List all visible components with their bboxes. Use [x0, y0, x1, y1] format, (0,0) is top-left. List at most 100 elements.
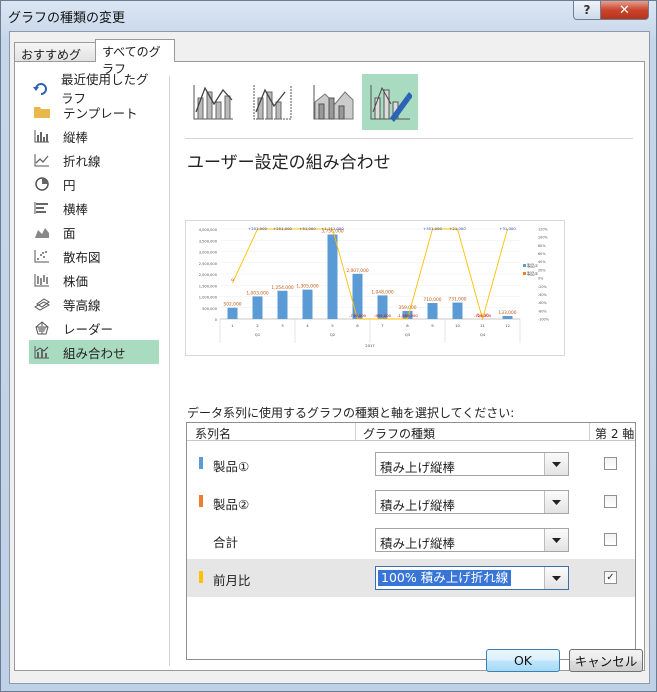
- secondary-axis-column-header: 第 2 軸: [595, 427, 635, 441]
- y-tick-label: 3,500,000: [199, 239, 218, 243]
- x-tick-label: 11: [480, 323, 485, 328]
- bar-data-label: 710,000: [423, 297, 441, 303]
- sidebar-item-label: 円: [63, 177, 76, 193]
- chevron-down-icon: [552, 575, 561, 581]
- sidebar-item-area[interactable]: 面: [29, 220, 159, 244]
- tab-all-charts[interactable]: すべてのグラフ: [95, 39, 175, 76]
- radar-chart-icon: [33, 320, 51, 336]
- series-name: 前月比: [213, 573, 251, 588]
- close-button[interactable]: ✕: [600, 1, 649, 20]
- bar: [502, 316, 513, 319]
- y-tick-label: 500,000: [202, 307, 218, 311]
- bar: [327, 234, 338, 319]
- chart-type-value: 積み上げ縦棒: [380, 536, 456, 551]
- dropdown-button[interactable]: [544, 453, 568, 475]
- sidebar-item-surface[interactable]: 等高線: [29, 292, 159, 316]
- series-row: 合計 積み上げ縦棒: [187, 521, 635, 559]
- x-tick-label: 10: [455, 323, 460, 328]
- series-name: 製品①: [213, 459, 250, 474]
- legend-label: 製品①: [527, 263, 539, 268]
- sidebar-item-label: 横棒: [63, 201, 89, 217]
- chart-type-column-header: グラフの種類: [363, 427, 436, 441]
- subtype-custom-combination[interactable]: [362, 74, 418, 130]
- close-icon: ✕: [619, 2, 630, 18]
- y-tick-label: 0: [215, 318, 218, 322]
- line-data-label: +51,000: [299, 226, 316, 231]
- y-tick-label: 2,000,000: [199, 273, 218, 277]
- tab-recommended-charts[interactable]: おすすめグラフ: [14, 42, 96, 79]
- subtype-divider: [185, 138, 633, 139]
- chart-category-list: 最近使用したグラフ テンプレート 縦棒 折れ線 円 横棒 面 散布図 株価 等高…: [29, 72, 159, 364]
- preview-chart: 4,000,000 3,500,000 3,000,000 2,500,000 2,00…: [199, 226, 550, 348]
- chart-type-value: 100% 積み上げ折れ線: [378, 570, 512, 586]
- recent-icon: [33, 80, 49, 96]
- dropdown-button[interactable]: [544, 529, 568, 551]
- sidebar-item-recent[interactable]: 最近使用したグラフ: [29, 72, 159, 106]
- cancel-button[interactable]: キャンセル: [569, 649, 643, 672]
- sidebar-item-label: 株価: [63, 273, 89, 289]
- window-title: グラフの種類の変更: [8, 11, 126, 26]
- bar-data-label: 2,007,000: [346, 268, 369, 274]
- sidebar-item-line[interactable]: 折れ線: [29, 148, 159, 172]
- stacked-area-column-icon: [313, 85, 354, 120]
- chart-type-dropdown[interactable]: 100% 積み上げ折れ線: [375, 566, 569, 590]
- line-chart-icon: [33, 152, 51, 168]
- section-title: ユーザー設定の組み合わせ: [187, 153, 391, 173]
- sidebar-item-bar[interactable]: 横棒: [29, 196, 159, 220]
- y2-tick-label: 40%: [538, 260, 546, 264]
- sidebar-item-radar[interactable]: レーダー: [29, 316, 159, 340]
- x-tick-label: 12: [505, 323, 510, 328]
- y2-tick-label: 120%: [538, 228, 548, 232]
- column-divider: [355, 423, 356, 441]
- group-label: Q2: [330, 332, 336, 337]
- y-tick-label: 1,500,000: [199, 284, 218, 288]
- y2-tick-label: -40%: [538, 293, 548, 297]
- bar-data-label: 502,000: [223, 302, 241, 308]
- secondary-axis-checkbox[interactable]: [604, 533, 617, 546]
- chart-type-dropdown[interactable]: 積み上げ縦棒: [375, 528, 569, 552]
- y2-tick-label: 100%: [538, 236, 548, 240]
- series-color-swatch: [199, 533, 203, 545]
- sidebar-item-label: レーダー: [63, 321, 114, 337]
- chart-preview: 4,000,000 3,500,000 3,000,000 2,500,000 2,00…: [185, 220, 565, 356]
- y2-tick-label: -20%: [538, 285, 548, 289]
- bar-data-label: 1,254,000: [271, 285, 294, 291]
- subtype-clustered-column-line[interactable]: [185, 74, 241, 130]
- help-button[interactable]: ?: [573, 1, 601, 20]
- secondary-axis-checkbox[interactable]: ✓: [604, 571, 617, 584]
- secondary-axis-checkbox[interactable]: [604, 495, 617, 508]
- y-tick-label: 2,500,000: [199, 262, 218, 266]
- stock-chart-icon: [33, 272, 51, 288]
- sidebar-item-label: 組み合わせ: [63, 345, 126, 361]
- subtype-stacked-area-column[interactable]: [305, 74, 361, 130]
- series-row: 製品② 積み上げ縦棒: [187, 483, 635, 521]
- y2-tick-label: -60%: [538, 301, 548, 305]
- sidebar-item-label: 等高線: [63, 297, 101, 313]
- sidebar-item-scatter[interactable]: 散布図: [29, 244, 159, 268]
- y2-tick-label: -80%: [538, 309, 548, 313]
- sidebar-item-column[interactable]: 縦棒: [29, 124, 159, 148]
- dropdown-button[interactable]: [544, 491, 568, 513]
- ok-button[interactable]: OK: [486, 649, 560, 672]
- sidebar-item-stock[interactable]: 株価: [29, 268, 159, 292]
- series-instruction: データ系列に使用するグラフの種類と軸を選択してください:: [187, 406, 515, 420]
- sidebar-item-combo[interactable]: 組み合わせ: [29, 340, 159, 364]
- secondary-axis-checkbox[interactable]: [604, 457, 617, 470]
- sidebar-item-pie[interactable]: 円: [29, 172, 159, 196]
- y-tick-label: 1,000,000: [199, 296, 218, 300]
- line-data-label: -726,500: [474, 313, 492, 318]
- y2-tick-label: 80%: [538, 244, 546, 248]
- sidebar-item-templates[interactable]: テンプレート: [29, 100, 159, 124]
- x-tick-label: 4: [306, 323, 309, 328]
- bar: [302, 289, 313, 319]
- chart-type-dropdown[interactable]: 積み上げ縦棒: [375, 490, 569, 514]
- subtype-column-line-secondary[interactable]: [245, 74, 301, 130]
- dropdown-button[interactable]: [544, 567, 568, 589]
- sidebar-item-label: 縦棒: [63, 129, 89, 145]
- change-chart-type-dialog: グラフの種類の変更 ? ✕ おすすめグラフ すべてのグラフ 最近使用したグラフ …: [0, 0, 657, 692]
- all-charts-panel: 最近使用したグラフ テンプレート 縦棒 折れ線 円 横棒 面 散布図 株価 等高…: [14, 61, 645, 671]
- line-data-label: +251,000: [273, 226, 292, 231]
- dialog-client: おすすめグラフ すべてのグラフ 最近使用したグラフ テンプレート 縦棒: [9, 31, 650, 684]
- chart-type-dropdown[interactable]: 積み上げ縦棒: [375, 452, 569, 476]
- help-icon: ?: [583, 3, 591, 17]
